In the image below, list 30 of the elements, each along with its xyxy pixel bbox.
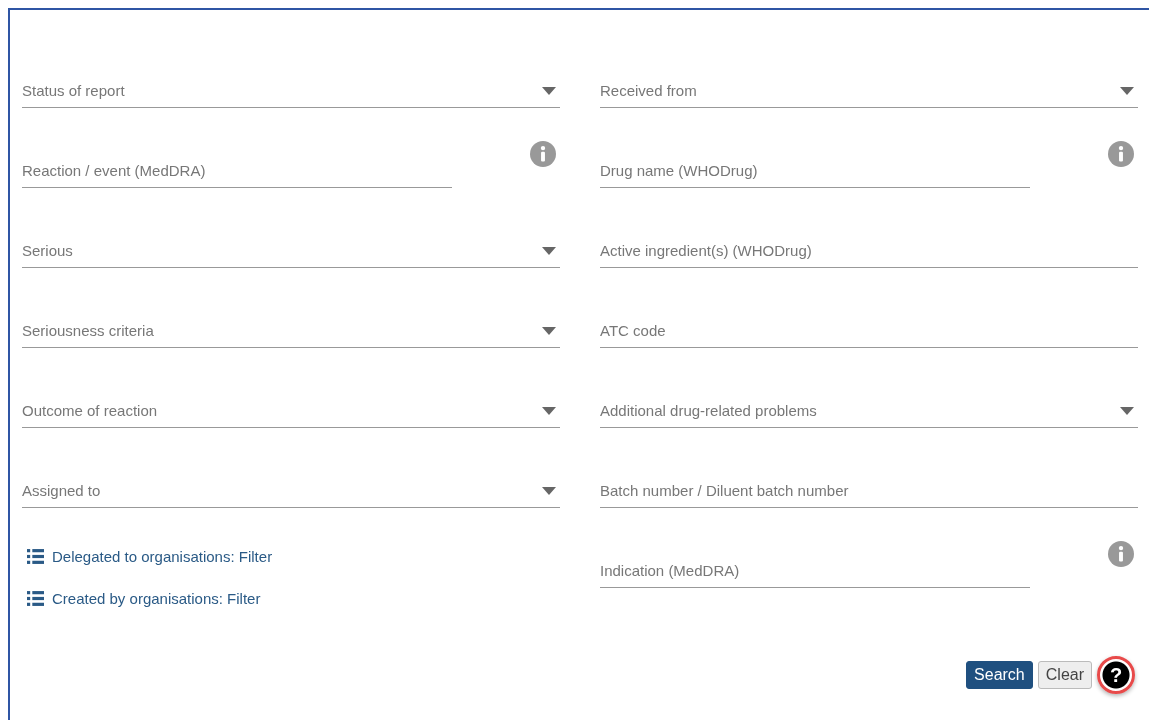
info-icon[interactable] <box>530 141 556 167</box>
caret-icon <box>542 406 556 415</box>
help-button[interactable]: ? <box>1097 656 1135 694</box>
input-field[interactable]: Indication (MedDRA) <box>600 562 1030 588</box>
input-field[interactable]: Seriousness criteria <box>22 322 560 348</box>
input-field[interactable]: Batch number / Diluent batch number <box>600 482 1138 508</box>
caret-icon <box>1120 86 1134 95</box>
list-icon <box>27 549 44 564</box>
info-icon[interactable] <box>1108 541 1134 567</box>
input-field[interactable]: ATC code <box>600 322 1138 348</box>
caret-icon <box>1120 406 1134 415</box>
input-field[interactable]: Active ingredient(s) (WHODrug) <box>600 242 1138 268</box>
caret-icon <box>542 326 556 335</box>
input-field[interactable]: Received from <box>600 82 1138 108</box>
filter-link[interactable]: Created by organisations: Filter <box>52 590 261 607</box>
caret-icon <box>542 486 556 495</box>
input-field[interactable]: Outcome of reaction <box>22 402 560 428</box>
input-field[interactable]: Drug name (WHODrug) <box>600 162 1030 188</box>
input-field[interactable]: Serious <box>22 242 560 268</box>
clear-button[interactable]: Clear <box>1037 661 1092 689</box>
input-field[interactable]: Assigned to <box>22 482 560 508</box>
caret-icon <box>542 86 556 95</box>
input-field[interactable]: Additional drug-related problems <box>600 402 1138 428</box>
info-icon[interactable] <box>1108 141 1134 167</box>
list-icon <box>27 591 44 606</box>
search-button[interactable]: Search <box>966 661 1033 689</box>
caret-icon <box>542 246 556 255</box>
filter-link[interactable]: Delegated to organisations: Filter <box>52 548 273 565</box>
input-field[interactable]: Status of report <box>22 82 560 108</box>
input-field[interactable]: Reaction / event (MedDRA) <box>22 162 452 188</box>
